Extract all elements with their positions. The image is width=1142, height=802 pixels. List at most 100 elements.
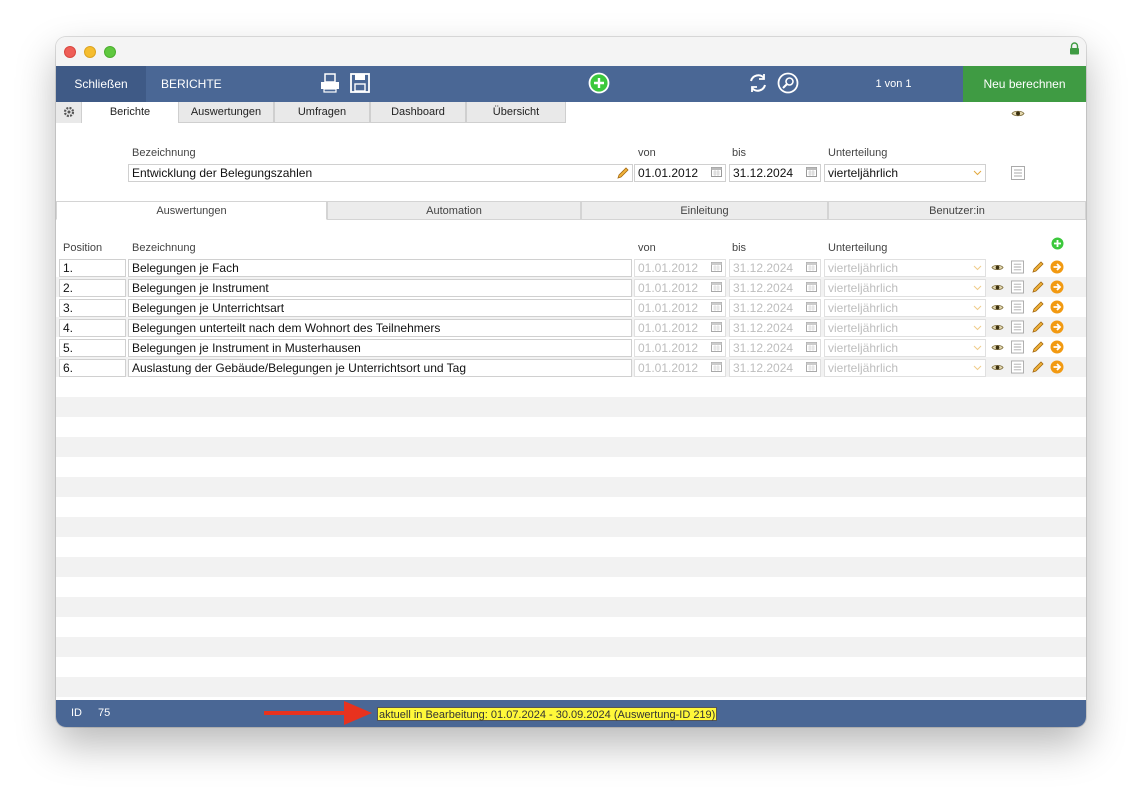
calendar-icon[interactable] xyxy=(806,282,817,292)
grid-row-background xyxy=(56,437,1086,457)
list-row[interactable]: 5. Belegungen je Instrument in Musterhaus… xyxy=(56,337,1086,357)
row-position-field[interactable]: 1. xyxy=(59,259,126,277)
processing-status-message: aktuell in Bearbeitung: 01.07.2024 - 30.… xyxy=(377,707,718,721)
col-header-division: Unterteilung xyxy=(828,242,888,254)
tab-berichte[interactable]: Berichte xyxy=(82,102,178,123)
list-row[interactable]: 3. Belegungen je Unterrichtsart 01.01.2012… xyxy=(56,297,1086,317)
edit-pencil-icon[interactable] xyxy=(1031,300,1045,314)
list-icon[interactable] xyxy=(1011,360,1024,374)
list-row[interactable]: 2. Belegungen je Instrument 01.01.2012 31.1… xyxy=(56,277,1086,297)
row-name-field[interactable]: Belegungen je Fach xyxy=(128,259,632,277)
row-division-select[interactable]: vierteljährlich xyxy=(824,319,986,337)
report-division-select[interactable]: vierteljährlich xyxy=(824,164,986,182)
row-position-field[interactable]: 5. xyxy=(59,339,126,357)
eye-icon[interactable] xyxy=(991,323,1004,332)
edit-pencil-icon[interactable] xyxy=(1031,280,1045,294)
eye-icon[interactable] xyxy=(991,283,1004,292)
search-icon[interactable] xyxy=(777,72,799,94)
row-name-field[interactable]: Auslastung der Gebäude/Belegungen je Unt… xyxy=(128,359,632,377)
edit-pencil-icon[interactable] xyxy=(1031,360,1045,374)
list-icon[interactable] xyxy=(1011,166,1025,180)
tab-umfragen[interactable]: Umfragen xyxy=(274,102,370,123)
calendar-icon[interactable] xyxy=(711,322,722,332)
tab-benutzer[interactable]: Benutzer:in xyxy=(828,201,1086,220)
sub-tab-bar: Auswertungen Automation Einleitung Benut… xyxy=(56,201,1086,221)
calendar-icon[interactable] xyxy=(806,322,817,332)
eye-icon[interactable] xyxy=(991,263,1004,272)
eye-icon[interactable] xyxy=(1011,109,1025,118)
row-name-field[interactable]: Belegungen unterteilt nach dem Wohnort d… xyxy=(128,319,632,337)
close-window-button[interactable] xyxy=(64,46,76,58)
col-header-name: Bezeichnung xyxy=(132,242,196,254)
calendar-icon[interactable] xyxy=(711,362,722,372)
tab-auswertungen[interactable]: Auswertungen xyxy=(178,102,274,123)
row-position-field[interactable]: 3. xyxy=(59,299,126,317)
open-arrow-icon[interactable] xyxy=(1050,260,1064,274)
row-name-field[interactable]: Belegungen je Unterrichtsart xyxy=(128,299,632,317)
list-icon[interactable] xyxy=(1011,340,1024,354)
open-arrow-icon[interactable] xyxy=(1050,300,1064,314)
list-icon[interactable] xyxy=(1011,280,1024,294)
calendar-icon[interactable] xyxy=(806,302,817,312)
open-arrow-icon[interactable] xyxy=(1050,280,1064,294)
list-icon[interactable] xyxy=(1011,300,1024,314)
minimize-window-button[interactable] xyxy=(84,46,96,58)
row-position-field[interactable]: 6. xyxy=(59,359,126,377)
eye-icon[interactable] xyxy=(991,343,1004,352)
calendar-icon[interactable] xyxy=(711,262,722,272)
calendar-icon[interactable] xyxy=(711,342,722,352)
row-name-field[interactable]: Belegungen je Instrument xyxy=(128,279,632,297)
calendar-icon[interactable] xyxy=(806,167,817,177)
calendar-icon[interactable] xyxy=(711,302,722,312)
row-position-field[interactable]: 2. xyxy=(59,279,126,297)
list-row[interactable]: 6. Auslastung der Gebäude/Belegungen je U… xyxy=(56,357,1086,377)
status-bar: ID 75 aktuell in Bearbeitung: 01.07.2024… xyxy=(56,700,1086,727)
recalculate-button[interactable]: Neu berechnen xyxy=(963,66,1086,102)
list-row[interactable]: 4. Belegungen unterteilt nach dem Wohnort… xyxy=(56,317,1086,337)
eye-icon[interactable] xyxy=(991,303,1004,312)
list-icon[interactable] xyxy=(1011,260,1024,274)
tab-einleitung[interactable]: Einleitung xyxy=(581,201,828,220)
row-division-select[interactable]: vierteljährlich xyxy=(824,299,986,317)
close-button[interactable]: Schließen xyxy=(56,66,146,102)
row-division-select[interactable]: vierteljährlich xyxy=(824,259,986,277)
edit-pencil-icon[interactable] xyxy=(1031,260,1045,274)
calendar-icon[interactable] xyxy=(711,282,722,292)
chevron-down-icon xyxy=(973,325,982,331)
report-name-field[interactable]: Entwicklung der Belegungszahlen xyxy=(128,164,633,182)
row-division-select[interactable]: vierteljährlich xyxy=(824,339,986,357)
calendar-icon[interactable] xyxy=(806,362,817,372)
calendar-icon[interactable] xyxy=(806,342,817,352)
grid-row-background xyxy=(56,477,1086,497)
open-arrow-icon[interactable] xyxy=(1050,340,1064,354)
print-icon[interactable] xyxy=(319,72,341,94)
tab-automation[interactable]: Automation xyxy=(327,201,581,220)
add-row-icon[interactable] xyxy=(1051,237,1064,250)
open-arrow-icon[interactable] xyxy=(1050,360,1064,374)
edit-pencil-icon[interactable] xyxy=(1031,320,1045,334)
calendar-icon[interactable] xyxy=(711,167,722,177)
grid-row-background xyxy=(56,537,1086,557)
calendar-icon[interactable] xyxy=(806,262,817,272)
tab-uebersicht[interactable]: Übersicht xyxy=(466,102,566,123)
tab-dashboard[interactable]: Dashboard xyxy=(370,102,466,123)
edit-pencil-icon[interactable] xyxy=(1031,340,1045,354)
list-icon[interactable] xyxy=(1011,320,1024,334)
row-position-field[interactable]: 4. xyxy=(59,319,126,337)
chevron-down-icon xyxy=(973,170,982,176)
settings-tab[interactable] xyxy=(56,102,82,123)
eye-icon[interactable] xyxy=(991,363,1004,372)
row-division-select[interactable]: vierteljährlich xyxy=(824,359,986,377)
edit-pencil-icon[interactable] xyxy=(616,166,630,180)
list-row[interactable]: 1. Belegungen je Fach 01.01.2012 31.12.2024… xyxy=(56,257,1086,277)
tab-sub-auswertungen[interactable]: Auswertungen xyxy=(56,201,327,220)
col-header-to: bis xyxy=(732,242,747,254)
open-arrow-icon[interactable] xyxy=(1050,320,1064,334)
row-name-field[interactable]: Belegungen je Instrument in Musterhausen xyxy=(128,339,632,357)
row-division-select[interactable]: vierteljährlich xyxy=(824,279,986,297)
zoom-window-button[interactable] xyxy=(104,46,116,58)
add-icon[interactable] xyxy=(588,72,610,94)
save-icon[interactable] xyxy=(349,72,371,94)
grid-row-background xyxy=(56,557,1086,577)
refresh-icon[interactable] xyxy=(747,72,769,94)
